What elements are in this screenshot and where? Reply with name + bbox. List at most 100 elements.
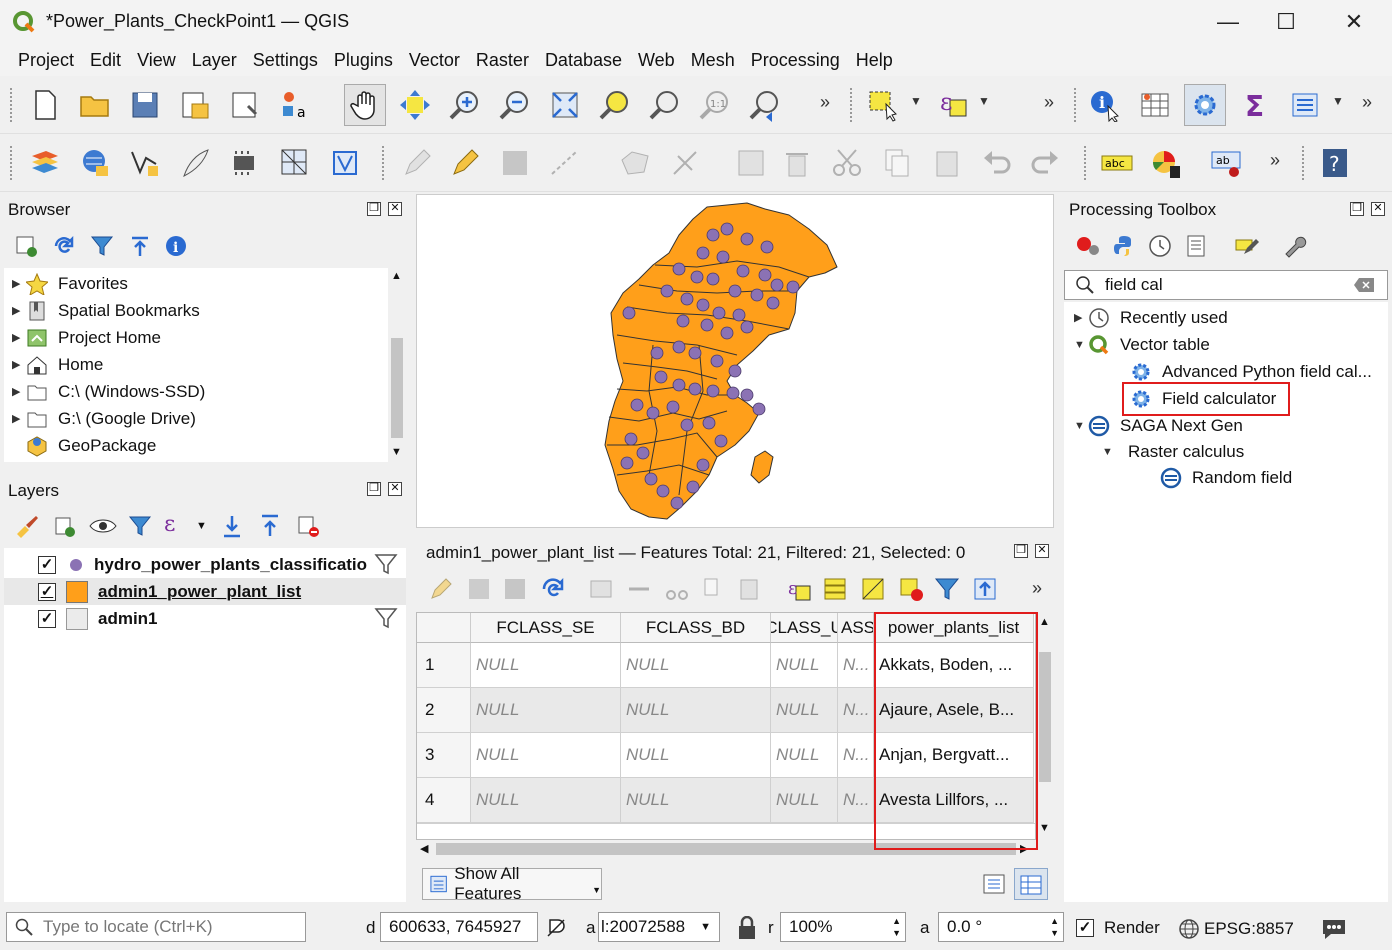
render-toggle[interactable]: ✓ Render <box>1076 918 1160 938</box>
toggle-extents-mouse-icon[interactable] <box>544 916 568 940</box>
table-cell[interactable]: NULL <box>471 688 621 733</box>
visibility-eye-icon[interactable] <box>88 514 118 538</box>
column-header[interactable]: CLASS_U <box>771 613 838 643</box>
zoom-out-icon[interactable] <box>494 84 536 126</box>
save-icon[interactable] <box>124 84 166 126</box>
browser-item-project-home[interactable]: ▶ Project Home <box>12 324 161 351</box>
statistics-sum-icon[interactable]: Σ <box>1234 84 1276 126</box>
paste-features-icon[interactable] <box>926 142 968 184</box>
cut-features-icon[interactable] <box>826 142 868 184</box>
row-number[interactable]: 2 <box>417 688 471 733</box>
form-dropdown-icon[interactable]: ▼ <box>1332 94 1344 108</box>
reload-table-icon[interactable] <box>540 576 566 602</box>
collapse-layers-icon[interactable] <box>258 514 282 538</box>
digitize-icon[interactable] <box>544 142 586 184</box>
undo-icon[interactable] <box>976 142 1018 184</box>
table-cell[interactable]: N... <box>838 643 874 688</box>
data-source-manager-icon[interactable] <box>24 142 66 184</box>
history-clock-icon[interactable] <box>1148 234 1172 258</box>
table-cell[interactable]: NULL <box>471 778 621 823</box>
row-number[interactable]: 1 <box>417 643 471 688</box>
open-folder-icon[interactable] <box>74 84 116 126</box>
browser-close-icon[interactable]: ✕ <box>388 202 402 216</box>
menu-edit[interactable]: Edit <box>82 50 129 71</box>
label-toolbar-icon[interactable]: abc <box>1096 142 1138 184</box>
menu-settings[interactable]: Settings <box>245 50 326 71</box>
browser-scrollbar[interactable]: ▲ ▼ <box>388 268 406 462</box>
vertex-tool-icon[interactable] <box>664 142 706 184</box>
more-label-tools-icon[interactable]: » <box>1270 150 1280 171</box>
menu-view[interactable]: View <box>129 50 184 71</box>
column-header[interactable]: FCLASS_BD <box>621 613 771 643</box>
filter-browser-icon[interactable] <box>90 234 114 258</box>
move-selection-top-icon[interactable] <box>972 576 998 602</box>
zoom-to-layer-icon[interactable] <box>644 84 686 126</box>
more-attribute-tools-icon[interactable]: » <box>1362 92 1372 113</box>
layer-admin1[interactable]: ✓ admin1 <box>38 605 158 632</box>
table-select-expression-icon[interactable]: ε <box>786 576 812 602</box>
more-table-tools-icon[interactable]: » <box>1032 578 1042 599</box>
add-group-icon[interactable] <box>52 514 78 538</box>
filter-expression-icon[interactable]: ε <box>164 512 175 537</box>
style-manager-icon[interactable]: a <box>274 84 316 126</box>
coordinate-field[interactable]: 600633, 7645927 <box>380 912 538 942</box>
toolbox-item-advanced-python-field-calculator[interactable]: Advanced Python field cal... <box>1130 358 1372 385</box>
more-tools-icon[interactable]: » <box>820 92 830 113</box>
select-dropdown-icon[interactable]: ▼ <box>910 94 922 108</box>
table-cell[interactable]: NULL <box>771 778 838 823</box>
table-cell[interactable]: NULL <box>471 733 621 778</box>
more-select-tools-icon[interactable]: » <box>1044 92 1054 113</box>
toolbox-item-saga-next-gen[interactable]: ▼ SAGA Next Gen <box>1074 412 1243 439</box>
filter-dropdown-icon[interactable]: ▼ <box>196 520 207 532</box>
corner-header[interactable] <box>417 613 471 643</box>
maximize-button[interactable]: ☐ <box>1258 4 1314 40</box>
zoom-full-icon[interactable] <box>544 84 586 126</box>
select-all-icon[interactable] <box>822 576 848 602</box>
refresh-icon[interactable] <box>52 234 76 258</box>
new-mesh-layer-icon[interactable] <box>274 142 316 184</box>
multi-edit-icon[interactable] <box>466 576 492 602</box>
results-viewer-icon[interactable] <box>1184 234 1208 258</box>
menu-plugins[interactable]: Plugins <box>326 50 401 71</box>
table-cell[interactable]: N... <box>838 688 874 733</box>
row-number[interactable]: 3 <box>417 733 471 778</box>
table-copy-icon[interactable] <box>700 576 726 602</box>
new-shapefile-layer-icon[interactable] <box>124 142 166 184</box>
toggle-edit-icon[interactable] <box>428 576 454 602</box>
lock-scale-icon[interactable] <box>736 916 758 940</box>
table-vertical-scrollbar[interactable]: ▲ ▼ <box>1036 612 1054 840</box>
table-cell[interactable]: N... <box>838 733 874 778</box>
diagram-icon[interactable] <box>1146 142 1188 184</box>
menu-raster[interactable]: Raster <box>468 50 537 71</box>
layer-hydro-power-plants[interactable]: ✓ hydro_power_plants_classificatio <box>38 551 368 578</box>
layer-visibility-checkbox[interactable]: ✓ <box>38 609 56 628</box>
remove-layer-icon[interactable] <box>296 514 320 538</box>
table-cell[interactable]: NULL <box>771 733 838 778</box>
layout-manager-icon[interactable] <box>224 84 266 126</box>
invert-selection-icon[interactable] <box>860 576 886 602</box>
select-by-expression-icon[interactable]: ε <box>932 84 974 126</box>
table-filter-icon[interactable] <box>934 576 960 602</box>
table-float-icon[interactable]: ❐ <box>1014 544 1028 558</box>
new-vector-tile-icon[interactable] <box>324 142 366 184</box>
menu-project[interactable]: Project <box>10 50 82 71</box>
add-selected-layers-icon[interactable] <box>14 234 38 258</box>
zoom-in-icon[interactable] <box>444 84 486 126</box>
magnifier-spinbox[interactable]: 100% ▲ ▼ <box>780 912 906 942</box>
row-number[interactable]: 4 <box>417 778 471 823</box>
help-icon[interactable]: ? <box>1314 142 1356 184</box>
table-cell[interactable]: NULL <box>771 643 838 688</box>
new-temporary-layer-icon[interactable] <box>174 142 216 184</box>
table-cell[interactable]: NULL <box>471 643 621 688</box>
search-input[interactable]: field cal <box>1105 275 1163 295</box>
zoom-to-selection-icon[interactable] <box>594 84 636 126</box>
close-button[interactable]: ✕ <box>1326 4 1382 40</box>
browser-item-home[interactable]: ▶ Home <box>12 351 103 378</box>
browser-item-spatial-bookmarks[interactable]: ▶ Spatial Bookmarks <box>12 297 200 324</box>
filter-legend-icon[interactable] <box>128 514 152 538</box>
table-view-toggle[interactable] <box>1014 868 1048 900</box>
browser-item-favorites[interactable]: ▶ Favorites <box>12 270 128 297</box>
redo-icon[interactable] <box>1024 142 1066 184</box>
table-cell[interactable]: NULL <box>621 778 771 823</box>
toolbox-item-random-field[interactable]: Random field <box>1160 464 1292 491</box>
